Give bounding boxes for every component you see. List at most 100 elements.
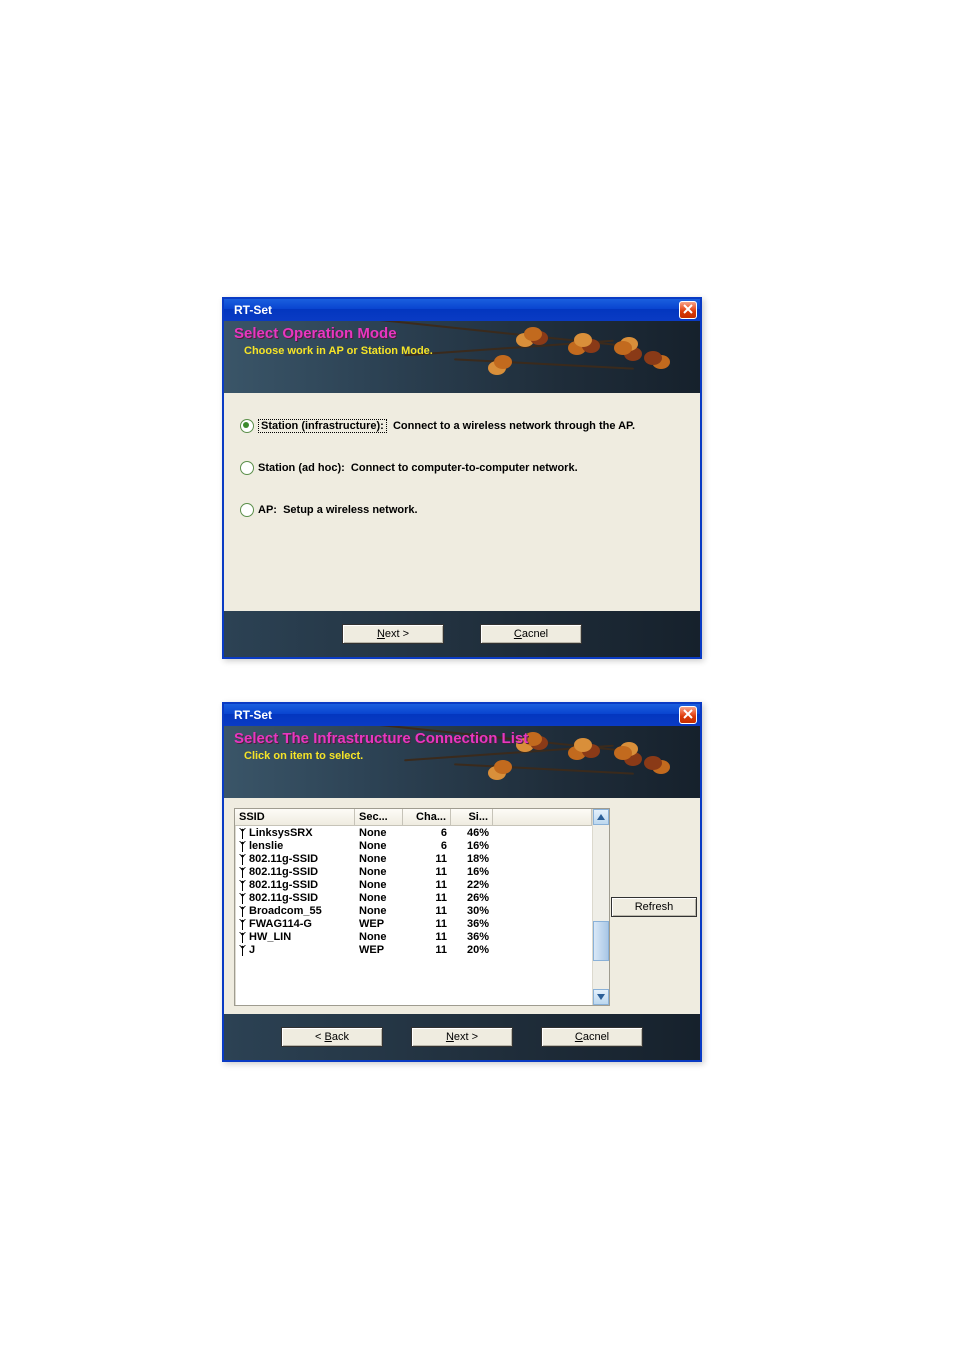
close-icon [683, 304, 693, 314]
cell-ssid: 802.11g-SSID [249, 853, 318, 865]
table-row[interactable]: 802.11g-SSIDNone1118% [235, 852, 592, 865]
scroll-up-button[interactable] [593, 809, 609, 825]
network-listview[interactable]: SSID Sec... Cha... Si... LinksysSRXNone6… [234, 808, 610, 1006]
col-rest[interactable] [493, 809, 592, 825]
cell-sig: 36% [451, 917, 493, 930]
radio-station-adhoc[interactable]: Station (ad hoc): Connect to computer-to… [240, 461, 684, 475]
cell-cha: 6 [403, 839, 451, 852]
cell-sec: None [355, 891, 403, 904]
table-row[interactable]: Broadcom_55None1130% [235, 904, 592, 917]
antenna-icon [239, 932, 246, 943]
table-row[interactable]: J WEP1120% [235, 943, 592, 956]
dialog-select-operation-mode: RT-Set Select Operation Mode Choose work… [222, 297, 702, 659]
banner-title: Select The Infrastructure Connection Lis… [234, 730, 528, 747]
cell-sig: 30% [451, 904, 493, 917]
antenna-icon [239, 854, 246, 865]
chevron-up-icon [597, 814, 605, 820]
antenna-icon [239, 841, 246, 852]
antenna-icon [239, 828, 246, 839]
cell-sig: 16% [451, 865, 493, 878]
cell-cha: 11 [403, 943, 451, 956]
table-row[interactable]: 802.11g-SSIDNone1122% [235, 878, 592, 891]
cell-sec: None [355, 878, 403, 891]
col-cha[interactable]: Cha... [403, 809, 451, 825]
cell-sec: None [355, 852, 403, 865]
close-button[interactable] [679, 301, 697, 319]
radio-label: Station (infrastructure): [258, 419, 387, 433]
cancel-button[interactable]: Cacnel [541, 1027, 643, 1047]
scroll-down-button[interactable] [593, 989, 609, 1005]
col-ssid[interactable]: SSID [235, 809, 355, 825]
cell-sec: None [355, 826, 403, 839]
cell-cha: 11 [403, 891, 451, 904]
cell-cha: 6 [403, 826, 451, 839]
btn-rest: ext > [454, 1031, 478, 1043]
close-button[interactable] [679, 706, 697, 724]
cell-sig: 36% [451, 930, 493, 943]
banner-title: Select Operation Mode [234, 325, 397, 342]
table-row[interactable]: HW_LINNone1136% [235, 930, 592, 943]
cell-ssid: J [249, 944, 255, 956]
cell-ssid: 802.11g-SSID [249, 879, 318, 891]
titlebar[interactable]: RT-Set [224, 704, 700, 726]
cell-sec: WEP [355, 917, 403, 930]
cancel-button[interactable]: Cacnel [480, 624, 582, 644]
cell-ssid: 802.11g-SSID [249, 892, 318, 904]
radio-ap[interactable]: AP: Setup a wireless network. [240, 503, 684, 517]
cell-ssid: LinksysSRX [249, 827, 313, 839]
radio-desc: Connect to a wireless network through th… [393, 420, 635, 432]
scrollbar[interactable] [592, 809, 609, 1005]
cell-sig: 20% [451, 943, 493, 956]
cell-ssid: 802.11g-SSID [249, 866, 318, 878]
banner-subtitle: Choose work in AP or Station Mode. [244, 345, 433, 357]
window-title: RT-Set [234, 708, 272, 722]
cell-cha: 11 [403, 917, 451, 930]
cell-ssid: HW_LIN [249, 931, 291, 943]
radio-station-infrastructure[interactable]: Station (infrastructure): Connect to a w… [240, 419, 684, 433]
footer: < Back Next > Cacnel [224, 1014, 700, 1060]
col-sec[interactable]: Sec... [355, 809, 403, 825]
col-sig[interactable]: Si... [451, 809, 493, 825]
content-area: SSID Sec... Cha... Si... LinksysSRXNone6… [224, 798, 700, 1014]
cell-sec: None [355, 904, 403, 917]
cell-sec: WEP [355, 943, 403, 956]
list-body: LinksysSRXNone646%lenslieNone616%802.11g… [235, 826, 592, 956]
table-row[interactable]: 802.11g-SSIDNone1116% [235, 865, 592, 878]
radio-icon [240, 461, 254, 475]
banner-subtitle: Click on item to select. [244, 750, 363, 762]
chevron-down-icon [597, 994, 605, 1000]
banner: Select The Infrastructure Connection Lis… [224, 726, 700, 798]
refresh-label: Refresh [635, 901, 674, 913]
list-header[interactable]: SSID Sec... Cha... Si... [235, 809, 592, 826]
antenna-icon [239, 893, 246, 904]
scroll-track[interactable] [593, 825, 609, 989]
table-row[interactable]: 802.11g-SSIDNone1126% [235, 891, 592, 904]
close-icon [683, 709, 693, 719]
dialog-select-connection-list: RT-Set Select The Infrastructure Connect… [222, 702, 702, 1062]
btn-rest: acnel [583, 1031, 609, 1043]
back-button[interactable]: < Back [281, 1027, 383, 1047]
refresh-button[interactable]: Refresh [611, 897, 697, 917]
radio-icon [240, 419, 254, 433]
table-row[interactable]: LinksysSRX None646% [235, 826, 592, 839]
table-row[interactable]: lenslieNone616% [235, 839, 592, 852]
radio-icon [240, 503, 254, 517]
scroll-thumb[interactable] [593, 921, 609, 961]
table-row[interactable]: FWAG114-GWEP1136% [235, 917, 592, 930]
cell-sec: None [355, 930, 403, 943]
antenna-icon [239, 880, 246, 891]
cell-cha: 11 [403, 878, 451, 891]
radio-desc: Connect to computer-to-computer network. [351, 462, 578, 474]
cell-ssid: Broadcom_55 [249, 905, 322, 917]
radio-desc: Setup a wireless network. [283, 504, 418, 516]
titlebar[interactable]: RT-Set [224, 299, 700, 321]
window-title: RT-Set [234, 303, 272, 317]
next-button[interactable]: Next > [342, 624, 444, 644]
antenna-icon [239, 919, 246, 930]
cell-sig: 46% [451, 826, 493, 839]
cell-sec: None [355, 865, 403, 878]
btn-rest: ext > [385, 628, 409, 640]
antenna-icon [239, 906, 246, 917]
next-button[interactable]: Next > [411, 1027, 513, 1047]
radio-label: AP: [258, 504, 277, 516]
